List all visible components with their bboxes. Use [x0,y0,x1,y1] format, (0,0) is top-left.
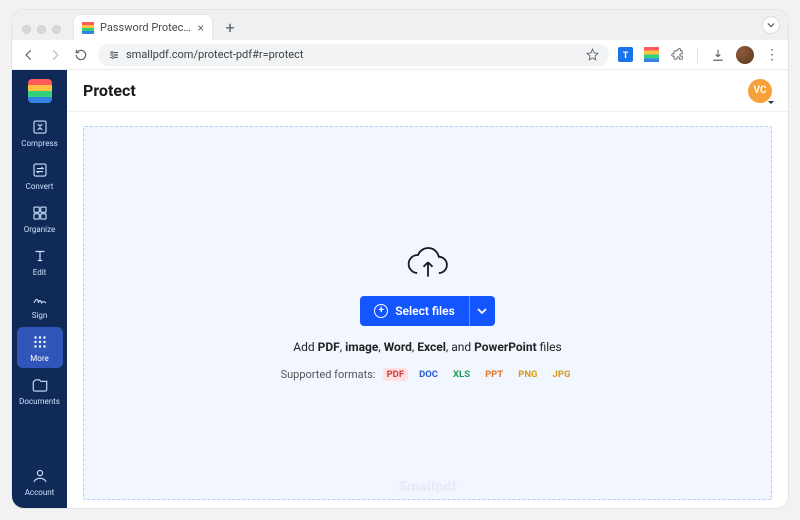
sidebar-item-label: Sign [32,311,48,320]
tab-title: Password Protect PDF - Enc… [100,21,192,34]
sidebar-items: Compress Convert Organize [12,112,67,411]
app-frame: Compress Convert Organize [12,70,788,508]
browser-menu-icon[interactable]: ⋮ [764,47,780,63]
formats-label: Supported formats: [281,368,376,381]
sidebar-item-label: Account [25,488,55,497]
favicon-icon [82,22,94,34]
address-bar[interactable]: smallpdf.com/protect-pdf#r=protect [98,44,609,66]
page-header: Protect VC [67,70,788,112]
canvas: + Select files Add PDF, image, Word, Exc… [67,112,788,508]
format-tag-doc: DOC [415,368,442,381]
tabs-overflow-button[interactable] [762,16,780,34]
organize-icon [31,204,49,222]
sidebar-item-organize[interactable]: Organize [17,198,63,239]
select-files-dropdown-button[interactable] [469,296,495,326]
sidebar-item-account[interactable]: Account [17,461,63,502]
dropzone-hint: Add PDF, image, Word, Excel, and PowerPo… [293,340,562,354]
svg-text:T: T [622,51,628,61]
format-tag-pdf: PDF [383,368,409,381]
documents-icon [31,376,49,394]
brand-watermark: Smallpdf [84,479,771,495]
sidebar-item-label: Compress [21,139,57,148]
select-files-label: Select files [395,304,455,318]
sidebar-item-label: Organize [24,225,56,234]
chevron-down-icon [477,306,487,316]
sidebar-item-label: Documents [19,397,60,406]
url-text: smallpdf.com/protect-pdf#r=protect [126,48,303,61]
toolbar-extensions: T ⋮ [617,46,780,64]
extensions-puzzle-icon[interactable] [669,47,685,63]
more-grid-icon [31,333,49,351]
sidebar-item-more[interactable]: More [17,327,63,368]
content-area: Protect VC + Sel [67,70,788,508]
select-files-button[interactable]: + Select files [360,296,469,326]
close-window-dot[interactable] [22,25,31,34]
reload-button[interactable] [72,46,90,64]
sidebar-item-convert[interactable]: Convert [17,155,63,196]
sidebar-item-sign[interactable]: Sign [17,284,63,325]
sidebar-item-documents[interactable]: Documents [17,370,63,411]
supported-formats: Supported formats: PDF DOC XLS PPT PNG J… [281,368,575,381]
select-files-group: + Select files [360,296,495,326]
compress-icon [31,118,49,136]
sidebar-item-edit[interactable]: Edit [17,241,63,282]
sidebar-item-label: More [30,354,48,363]
downloads-icon[interactable] [710,47,726,63]
page-title: Protect [83,81,136,100]
forward-button[interactable] [46,46,64,64]
edit-icon [31,247,49,265]
profile-avatar-icon[interactable] [736,46,754,64]
format-tag-png: PNG [514,368,541,381]
sidebar: Compress Convert Organize [12,70,67,508]
logo-icon [28,79,52,103]
browser-toolbar: smallpdf.com/protect-pdf#r=protect T ⋮ [12,40,788,70]
plus-circle-icon: + [374,304,388,318]
new-tab-button[interactable]: + [219,16,241,38]
user-menu-button[interactable]: VC [748,79,772,103]
sign-icon [31,290,49,308]
back-button[interactable] [20,46,38,64]
browser-window: Password Protect PDF - Enc… × + smallpdf… [12,10,788,508]
format-tag-jpg: JPG [549,368,575,381]
extension-smallpdf-icon[interactable] [643,47,659,63]
format-tag-xls: XLS [449,368,474,381]
tab-strip: Password Protect PDF - Enc… × + [12,10,788,40]
window-controls [20,25,67,40]
format-tag-ppt: PPT [481,368,507,381]
user-initials: VC [754,85,767,96]
file-dropzone[interactable]: + Select files Add PDF, image, Word, Exc… [83,126,772,500]
cloud-upload-icon [406,246,450,282]
browser-tab[interactable]: Password Protect PDF - Enc… × [73,14,213,40]
site-settings-icon[interactable] [108,49,120,61]
app-logo[interactable] [12,70,67,112]
sidebar-item-label: Edit [33,268,47,277]
extension-translate-icon[interactable]: T [617,47,633,63]
account-icon [31,467,49,485]
close-tab-icon[interactable]: × [198,21,204,35]
maximize-window-dot[interactable] [52,25,61,34]
convert-icon [31,161,49,179]
minimize-window-dot[interactable] [37,25,46,34]
toolbar-separator [697,47,698,63]
bookmark-star-icon[interactable] [586,48,599,61]
sidebar-item-compress[interactable]: Compress [17,112,63,153]
sidebar-item-label: Convert [26,182,54,191]
